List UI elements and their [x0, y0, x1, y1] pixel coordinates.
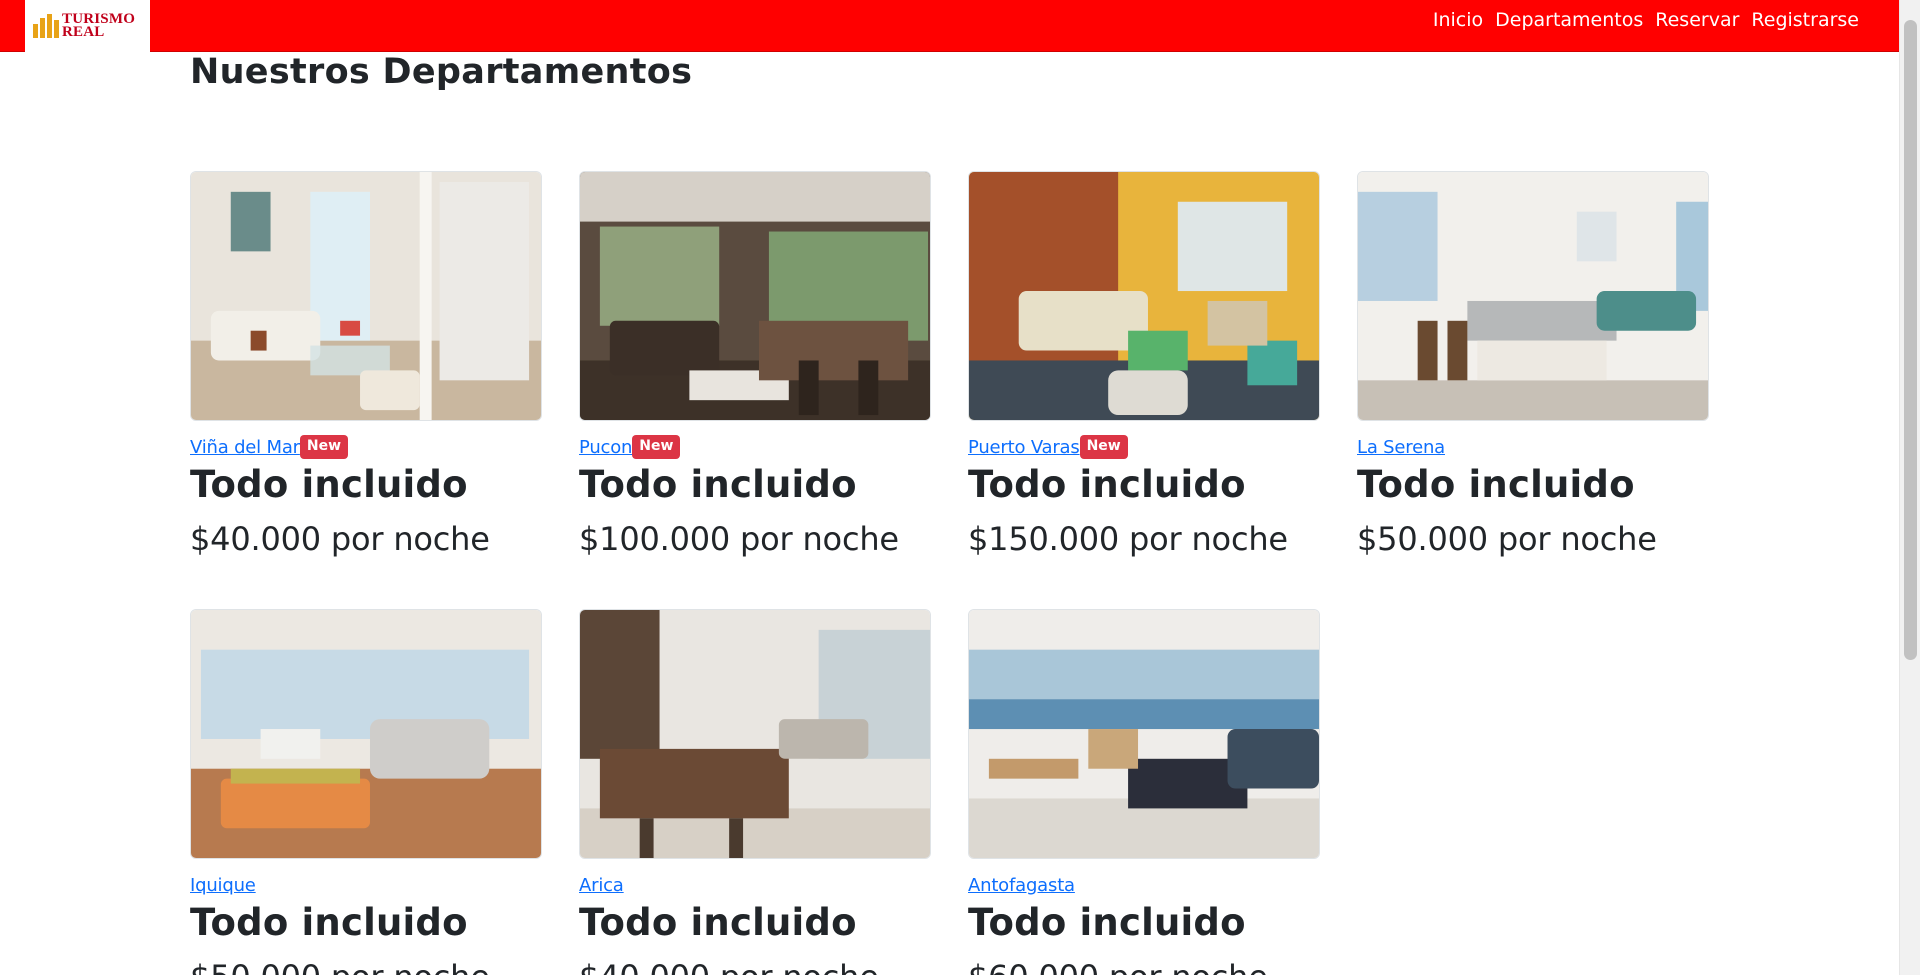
brand-line-2: REAL: [62, 24, 105, 40]
new-badge: New: [1079, 435, 1128, 459]
apartment-card: Puerto Varas New Todo incluido $150.000 …: [968, 171, 1320, 558]
apartment-photo[interactable]: [190, 171, 542, 421]
nav-link-departamentos[interactable]: Departamentos: [1495, 9, 1643, 31]
card-heading: Todo incluido: [968, 463, 1246, 506]
card-heading: Todo incluido: [579, 463, 857, 506]
apartment-photo[interactable]: [968, 171, 1320, 421]
nav-link-inicio[interactable]: Inicio: [1433, 9, 1483, 31]
new-badge: New: [632, 435, 681, 459]
brand-logo[interactable]: TURISMO REAL: [25, 0, 150, 52]
card-meta: La Serena: [1357, 435, 1709, 459]
apartment-card: Pucon New Todo incluido $100.000 por noc…: [579, 171, 931, 558]
brand-name: TURISMO REAL: [62, 12, 135, 40]
card-price: $50.000 por noche: [190, 958, 542, 975]
card-price: $50.000 por noche: [1357, 520, 1657, 558]
apartment-card: Viña del Mar New Todo incluido $40.000 p…: [190, 171, 542, 558]
apartment-card: Iquique Todo incluido $50.000 por noche: [190, 609, 542, 975]
card-heading: Todo incluido: [968, 901, 1246, 944]
vertical-scrollbar[interactable]: [1899, 0, 1920, 975]
apartment-photo[interactable]: [190, 609, 542, 859]
card-heading: Todo incluido: [579, 901, 857, 944]
nav-link-registrarse[interactable]: Registrarse: [1751, 9, 1859, 31]
apartment-photo[interactable]: [968, 609, 1320, 859]
card-meta: Puerto Varas New: [968, 435, 1320, 459]
city-link[interactable]: Pucon: [579, 437, 632, 458]
apartment-card: Arica Todo incluido $40.000 por noche: [579, 609, 931, 975]
page-title: Nuestros Departamentos: [190, 52, 693, 92]
card-price: $60.000 por noche: [968, 958, 1320, 975]
card-meta: Pucon New: [579, 435, 931, 459]
card-meta: Antofagasta: [968, 873, 1320, 897]
card-price: $100.000 por noche: [579, 520, 899, 558]
card-price: $40.000 por noche: [190, 520, 490, 558]
card-price: $150.000 por noche: [968, 520, 1288, 558]
nav-link-reservar[interactable]: Reservar: [1655, 9, 1739, 31]
apartment-photo[interactable]: [579, 609, 931, 859]
card-price: $40.000 por noche: [579, 958, 931, 975]
scrollbar-thumb[interactable]: [1904, 20, 1917, 660]
card-heading: Todo incluido: [1357, 463, 1635, 506]
navbar: TURISMO REAL Inicio Departamentos Reserv…: [0, 0, 1899, 52]
city-link[interactable]: Viña del Mar: [190, 437, 300, 458]
city-link[interactable]: Iquique: [190, 875, 256, 896]
building-icon: [33, 14, 59, 38]
card-heading: Todo incluido: [190, 463, 468, 506]
apartment-card: La Serena Todo incluido $50.000 por noch…: [1357, 171, 1709, 558]
city-link[interactable]: Arica: [579, 875, 624, 896]
nav-links: Inicio Departamentos Reservar Registrars…: [1433, 0, 1859, 40]
apartment-card: Antofagasta Todo incluido $60.000 por no…: [968, 609, 1320, 975]
card-heading: Todo incluido: [190, 901, 468, 944]
city-link[interactable]: Puerto Varas: [968, 437, 1080, 458]
card-meta: Viña del Mar New: [190, 435, 542, 459]
new-badge: New: [299, 435, 349, 459]
apartment-photo[interactable]: [1357, 171, 1709, 421]
card-meta: Iquique: [190, 873, 542, 897]
card-meta: Arica: [579, 873, 931, 897]
city-link[interactable]: La Serena: [1357, 437, 1445, 458]
city-link[interactable]: Antofagasta: [968, 875, 1075, 896]
apartment-photo[interactable]: [579, 171, 931, 421]
